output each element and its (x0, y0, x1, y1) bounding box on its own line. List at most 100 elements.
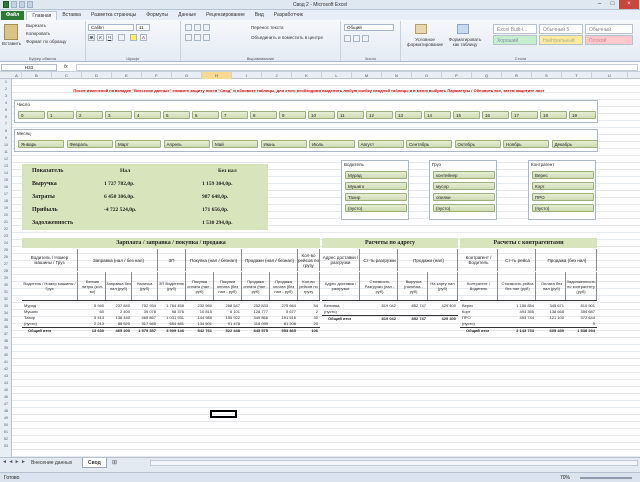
slicer-month-item[interactable]: Июнь (260, 140, 307, 148)
active-cell[interactable] (210, 410, 237, 418)
pivot-column-header[interactable]: Стоимость Разгрузки (нал - руб) (362, 272, 398, 300)
style-normal-5[interactable]: Обычный 5 (539, 24, 583, 34)
style-bad[interactable]: Плохой (585, 35, 633, 45)
column-header[interactable]: I (232, 72, 262, 79)
pivot-column-header[interactable]: Адрес доставки / разгрузки (322, 272, 360, 300)
slicer-month-item[interactable]: Май (212, 140, 258, 148)
format-table-button[interactable]: Форматировать как таблицу (447, 37, 483, 47)
slicer-contractor-item[interactable]: Верес (532, 171, 594, 179)
maximize-button[interactable]: □ (606, 0, 619, 9)
number-format-select[interactable]: Общий (344, 24, 394, 31)
row-header[interactable]: 35 (0, 318, 12, 322)
row-header[interactable]: 4 (0, 101, 12, 105)
column-header[interactable]: U (592, 72, 628, 79)
column-header[interactable]: N (382, 72, 412, 79)
column-header[interactable]: B (22, 72, 52, 79)
cut-button[interactable]: Вырезать (26, 23, 46, 28)
column-header[interactable]: O (412, 72, 442, 79)
pivot-column-header[interactable]: ЗП Водителю (руб) (158, 272, 186, 300)
row-header[interactable]: 20 (0, 213, 12, 217)
thousands-icon[interactable] (362, 35, 369, 42)
row-header[interactable]: 39 (0, 346, 12, 350)
row-header[interactable]: 23 (0, 234, 12, 238)
percent-icon[interactable] (353, 35, 360, 42)
borders-icon[interactable] (118, 34, 125, 41)
name-box[interactable]: H33 (1, 64, 57, 71)
tab-review[interactable]: Рецензирование (201, 11, 250, 20)
tab-developer[interactable]: Разработчик (269, 11, 308, 20)
zoom-level[interactable]: 70% (560, 475, 570, 481)
tab-page-layout[interactable]: Разметка страницы (86, 11, 141, 20)
tab-file[interactable]: Файл (1, 11, 25, 20)
column-header[interactable]: H (202, 72, 232, 79)
row-header[interactable]: 12 (0, 157, 12, 161)
align-left-icon[interactable] (185, 34, 192, 41)
align-middle-icon[interactable] (194, 24, 201, 31)
row-header[interactable]: 9 (0, 136, 12, 140)
row-header[interactable]: 46 (0, 395, 12, 399)
pivot-column-header[interactable]: Задолженность по контрагенту (руб) (566, 272, 597, 300)
column-header[interactable]: A (12, 72, 22, 79)
horizontal-scrollbar[interactable] (150, 460, 638, 466)
row-header[interactable]: 43 (0, 374, 12, 378)
slicer-cargo-item[interactable]: контейнер (433, 171, 495, 179)
tab-insert[interactable]: Вставка (57, 11, 86, 20)
slicer-month-item[interactable]: Сентябрь (406, 140, 452, 148)
sheet-tab-data-entry[interactable]: Внесение данных (26, 458, 77, 468)
slicer-day-item[interactable]: 13 (395, 111, 422, 119)
row-header[interactable]: 27 (0, 262, 12, 266)
row-header[interactable]: 53 (0, 444, 12, 448)
slicer-month-item[interactable]: Апрель (163, 140, 210, 148)
minimize-button[interactable]: – (593, 0, 606, 9)
row-header[interactable]: 16 (0, 185, 12, 189)
slicer-day-item[interactable]: 2 (76, 111, 103, 119)
tab-formulas[interactable]: Формулы (141, 11, 173, 20)
table-row[interactable]: Общий итог 819 042 852 747 429 400 (322, 315, 458, 321)
slicer-day-item[interactable]: 18 (540, 111, 567, 119)
row-header[interactable]: 7 (0, 122, 12, 126)
slicer-month-item[interactable]: Август (357, 140, 404, 148)
row-header[interactable]: 45 (0, 388, 12, 392)
paste-icon[interactable] (4, 24, 18, 40)
font-color-icon[interactable]: A (140, 34, 147, 41)
pivot-column-header[interactable]: Покупка оплата (без нал - руб) (214, 272, 242, 300)
slicer-contractor-item[interactable]: (пусто) (532, 204, 594, 212)
column-header[interactable]: F (142, 72, 172, 79)
conditional-format-icon[interactable] (415, 24, 427, 34)
row-header[interactable]: 32 (0, 297, 12, 301)
row-header[interactable]: 36 (0, 325, 12, 329)
row-header[interactable]: 22 (0, 227, 12, 231)
sheet-tab-summary[interactable]: Свод (82, 458, 107, 468)
currency-icon[interactable] (344, 35, 351, 42)
pivot-column-header[interactable]: Продажа оплата (без нал - руб) (270, 272, 298, 300)
row-header[interactable]: 6 (0, 115, 12, 119)
row-header[interactable]: 13 (0, 164, 12, 168)
row-header[interactable]: 47 (0, 402, 12, 406)
slicer-cargo-item[interactable]: (пусто) (433, 204, 495, 212)
column-header[interactable]: S (532, 72, 562, 79)
table-row[interactable]: Общий итог 2 143 733 605 439 1 538 294 (460, 327, 597, 333)
slicer-day-item[interactable]: 19 (569, 111, 596, 119)
underline-button[interactable]: Ч (106, 34, 113, 41)
format-table-icon[interactable] (457, 24, 469, 34)
column-header[interactable]: M (352, 72, 382, 79)
align-top-icon[interactable] (185, 24, 192, 31)
zoom-slider[interactable] (580, 477, 632, 479)
slicer-month-item[interactable]: Октябрь (454, 140, 501, 148)
slicer-day-item[interactable]: 11 (337, 111, 364, 119)
row-header[interactable]: 11 (0, 150, 12, 154)
pivot-column-header[interactable]: Продажа оплата (нал - руб) (242, 272, 270, 300)
column-header[interactable]: D (82, 72, 112, 79)
font-size-select[interactable]: 11 (136, 24, 150, 31)
row-header[interactable]: 24 (0, 241, 12, 245)
slicer-day-item[interactable]: 8 (250, 111, 277, 119)
slicer-month-item[interactable]: Декабрь (551, 140, 598, 148)
slicer-day-item[interactable]: 7 (221, 111, 248, 119)
slicer-day-item[interactable]: 10 (308, 111, 335, 119)
paste-button[interactable]: Вставить (2, 41, 21, 46)
row-header[interactable]: 25 (0, 248, 12, 252)
row-header[interactable]: 15 (0, 178, 12, 182)
slicer-day-item[interactable]: 0 (18, 111, 45, 119)
row-header[interactable]: 40 (0, 353, 12, 357)
slicer-day-item[interactable]: 15 (453, 111, 480, 119)
